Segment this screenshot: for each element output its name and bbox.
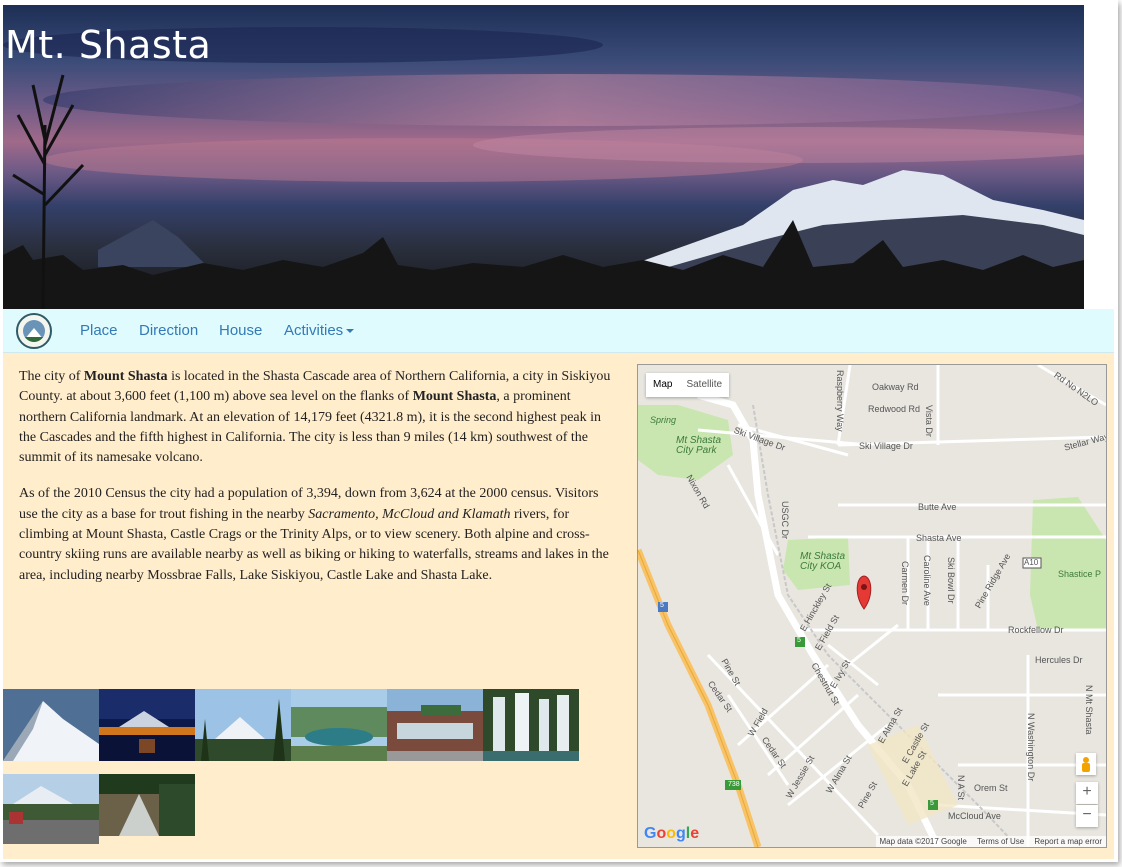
text-run: Mount Shasta [412,389,497,405]
city-seal-emblem [23,320,45,342]
text-run: Sacramento, McCloud and Klamath [308,506,511,522]
map-label: USGC Dr [780,501,790,539]
nav-item-house[interactable]: House [219,322,262,339]
map-data-credit: Map data ©2017 Google [879,837,967,846]
census-paragraph: As of the 2010 Census the city had a pop… [19,484,613,585]
map-label: Mt Shasta City Park [676,435,722,456]
activities-label: Activities [284,322,344,339]
google-logo[interactable]: Google [644,825,699,843]
map-label: Raspberry Way [835,370,845,432]
map-label: Caroline Ave [922,555,932,606]
terms-of-use-link[interactable]: Terms of Use [977,837,1024,846]
map-label: Ski Bowl Dr [946,557,956,604]
text-run: The city of [19,369,84,384]
thumbnail-snowy-peak[interactable] [3,689,99,761]
article-text: The city of Mount Shasta is located in t… [19,367,613,602]
map-type-satellite-button[interactable]: Satellite [679,373,729,397]
text-run: Mount Shasta [83,369,168,384]
map-label: Spring [650,415,677,425]
map-label: Mt Shasta City KOA [800,551,846,572]
map-label: 738 [728,781,740,788]
street-view-pegman-icon[interactable] [1076,753,1096,775]
map-label: Shasta Ave [916,533,962,543]
map-label: N A St [956,775,966,801]
report-map-error-link[interactable]: Report a map error [1034,837,1102,846]
map-label: 5 [660,602,664,609]
map-label: 5 [797,637,801,644]
nav-item-direction[interactable]: Direction [139,322,198,339]
map-label: Ski Village Dr [859,441,913,451]
city-seal-logo[interactable] [16,313,52,349]
intro-paragraph: The city of Mount Shasta is located in t… [19,367,613,468]
map-type-map-button[interactable]: Map [646,373,679,397]
map-label: Vista Dr [924,405,934,437]
nav-item-activities-dropdown[interactable]: Activities [284,322,355,339]
caret-down-icon [346,329,355,334]
map-label: Shastice P [1058,569,1102,579]
thumbnail-forest-view[interactable] [195,689,291,761]
thumbnail-storefront[interactable] [387,689,483,761]
map-label: N Mt Shasta [1084,685,1094,735]
map-label: McCloud Ave [948,811,1001,821]
map-label: Rockfellow Dr [1008,625,1064,635]
map-label: A10 [1024,558,1039,567]
map-label: N Washington Dr [1026,713,1036,782]
navbar: Place Direction House Activities [3,309,1114,353]
zoom-in-button[interactable]: + [1076,782,1098,804]
thumbnail-town-street[interactable] [3,774,99,844]
map-label: 5 [930,800,934,807]
main-content: The city of Mount Shasta is located in t… [3,353,1114,859]
map-attribution: Map data ©2017 Google Terms of Use Repor… [875,836,1106,847]
zoom-out-button[interactable]: − [1076,805,1098,827]
map-label: Butte Ave [918,502,957,512]
hero-banner: Mt. Shasta [3,5,1084,309]
site-title: Mt. Shasta [5,23,212,67]
thumbnail-lake-at-dusk[interactable] [99,689,195,761]
map-label: Redwood Rd [868,404,921,414]
google-map[interactable]: Oakway Rd Redwood Rd Vista Dr Raspberry … [637,364,1107,848]
thumbnail-creek[interactable] [99,774,195,836]
thumbnail-waterfall[interactable] [483,689,579,761]
map-label: Hercules Dr [1035,655,1083,665]
nav-item-place[interactable]: Place [80,322,118,339]
map-label: Oakway Rd [872,382,919,392]
map-label: Carmen Dr [900,561,910,606]
thumbnail-lake-siskiyou[interactable] [291,689,387,761]
map-type-control: Map Satellite [646,373,730,397]
map-label: Orem St [974,783,1008,793]
